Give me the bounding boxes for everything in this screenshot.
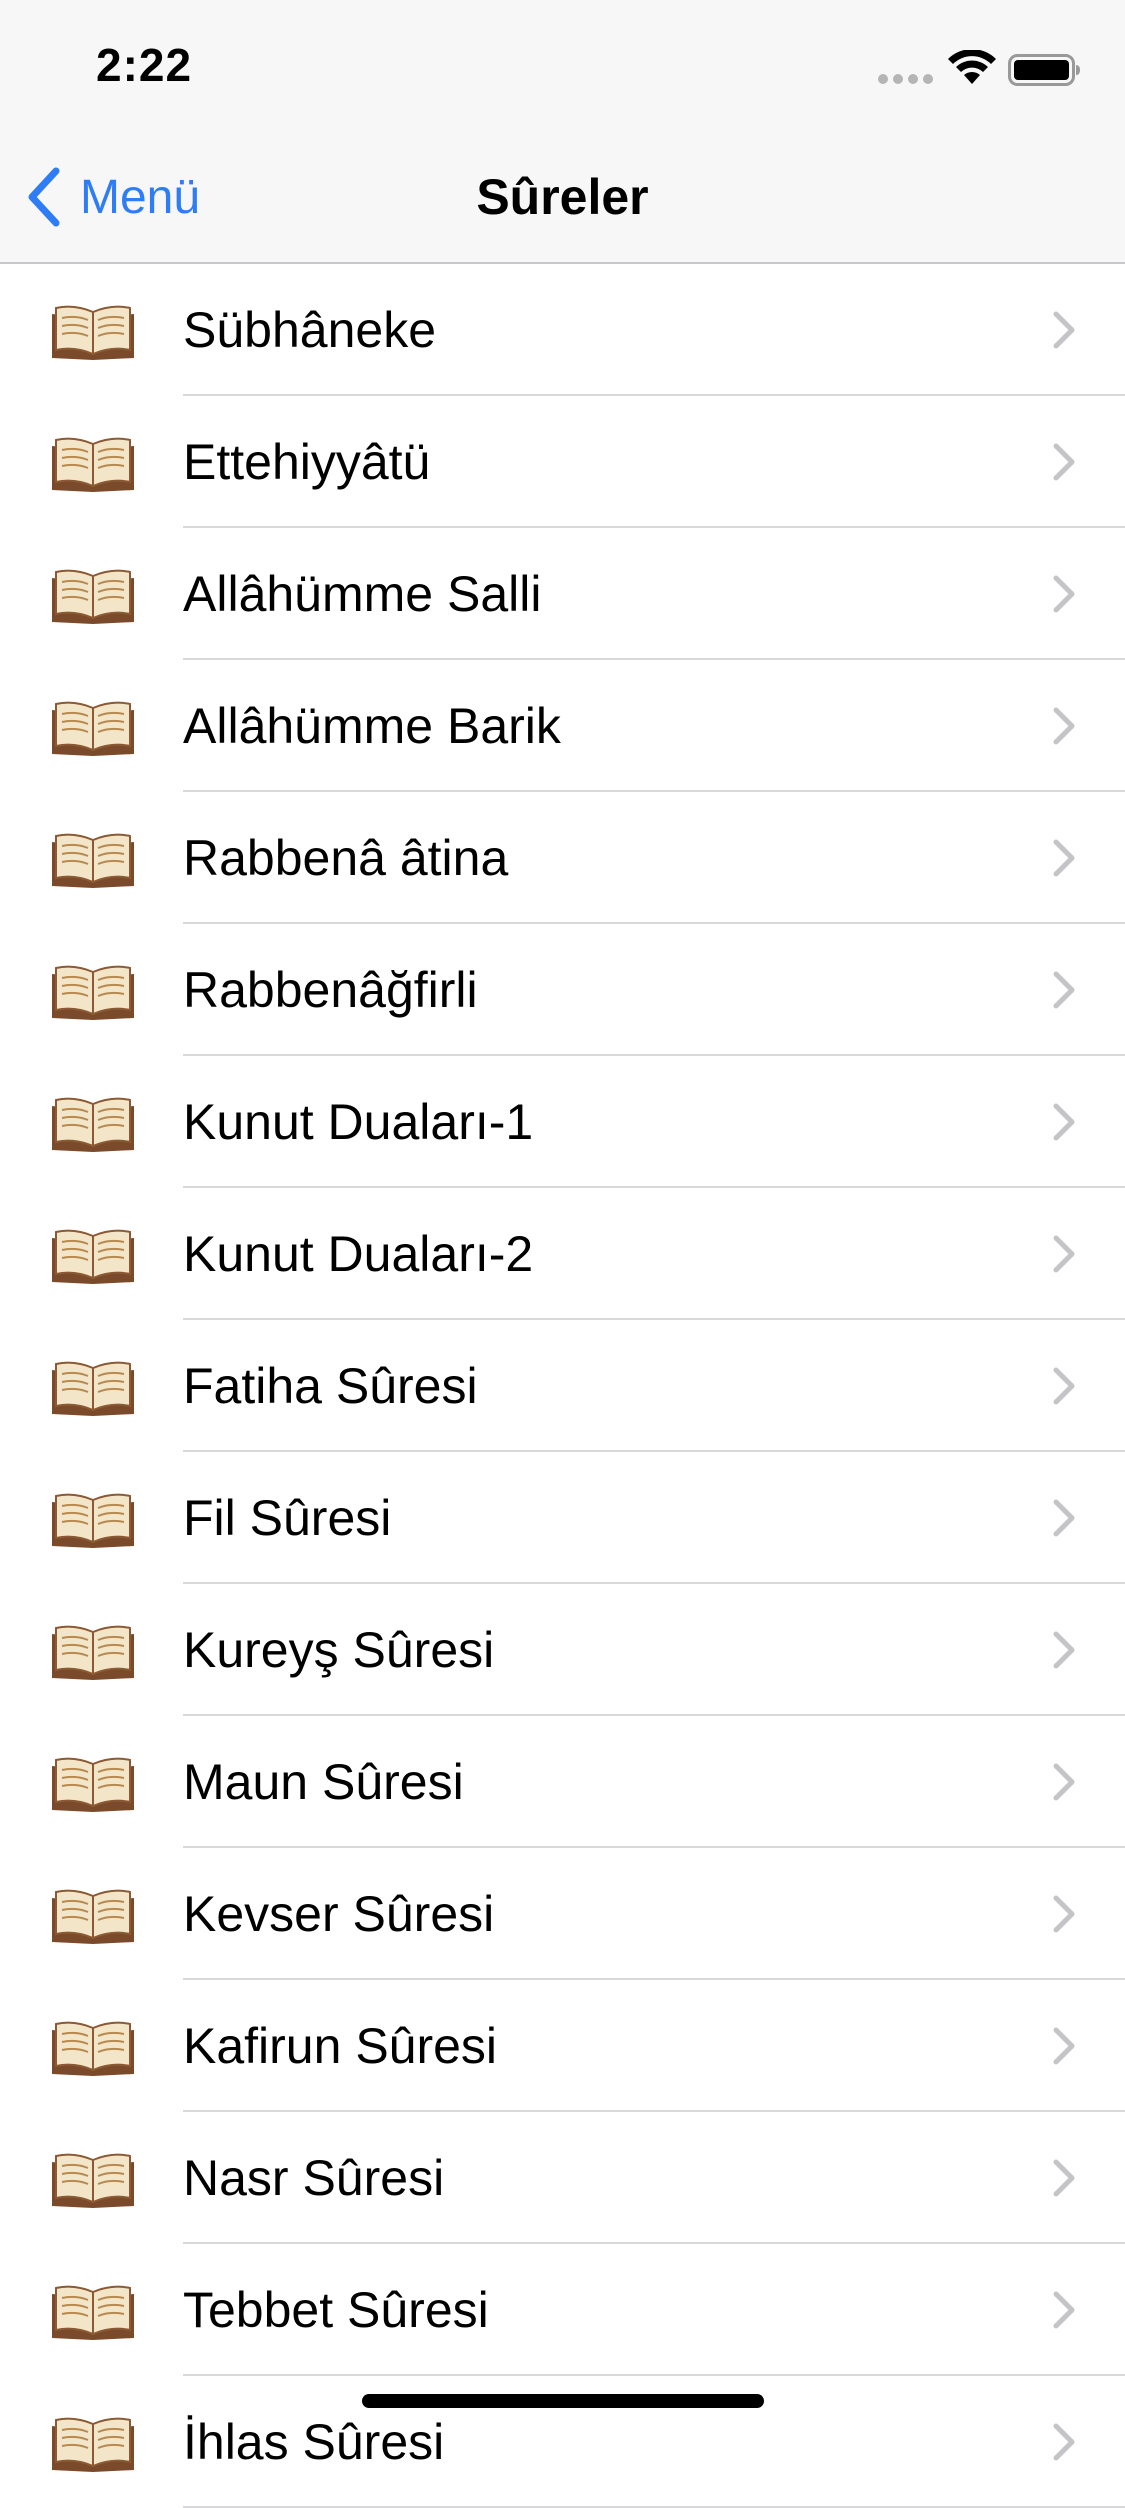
chevron-right-icon [1053, 575, 1075, 613]
list-item-label: Ettehiyyâtü [183, 434, 431, 490]
open-book-icon [52, 437, 134, 492]
open-book-icon [52, 1493, 134, 1548]
list-item-label: Tebbet Sûresi [183, 2282, 489, 2338]
chevron-right-icon [1053, 1499, 1075, 1537]
list-item[interactable]: Kunut Duaları-2 [0, 1188, 1125, 1320]
list-item-label: Fil Sûresi [183, 1490, 392, 1546]
list-item[interactable]: Fil Sûresi [0, 1452, 1125, 1584]
list-item[interactable]: Tebbet Sûresi [0, 2244, 1125, 2376]
open-book-icon [52, 833, 134, 888]
list-item-label: Allâhümme Barik [183, 698, 561, 754]
surah-list: Sübhâneke Ettehiyyâtü Allâhümme Salli Allâh… [0, 264, 1125, 2508]
chevron-right-icon [1053, 1763, 1075, 1801]
open-book-icon [52, 965, 134, 1020]
navigation-bar: 2:22 Menü Sûreler [0, 0, 1125, 264]
open-book-icon [52, 701, 134, 756]
chevron-right-icon [1053, 443, 1075, 481]
cellular-signal-icon [878, 74, 933, 84]
list-item[interactable]: Kureyş Sûresi [0, 1584, 1125, 1716]
open-book-icon [52, 2153, 134, 2208]
list-item-label: Rabbenâğfirli [183, 962, 478, 1018]
page-title: Sûreler [476, 169, 649, 225]
open-book-icon [52, 1889, 134, 1944]
status-time: 2:22 [96, 39, 193, 91]
chevron-right-icon [1053, 2159, 1075, 2197]
chevron-right-icon [1053, 971, 1075, 1009]
list-item[interactable]: Nasr Sûresi [0, 2112, 1125, 2244]
open-book-icon [52, 1097, 134, 1152]
battery-icon [1008, 54, 1080, 86]
chevron-right-icon [1053, 1367, 1075, 1405]
wifi-icon [948, 50, 996, 84]
list-item[interactable]: Kevser Sûresi [0, 1848, 1125, 1980]
chevron-right-icon [1053, 1235, 1075, 1273]
list-item[interactable]: Allâhümme Barik [0, 660, 1125, 792]
list-item-label: Kafirun Sûresi [183, 2018, 498, 2074]
open-book-icon [52, 1361, 134, 1416]
chevron-right-icon [1053, 1103, 1075, 1141]
home-indicator[interactable] [362, 2394, 764, 2408]
list-item-label: Kunut Duaları-1 [183, 1094, 534, 1150]
chevron-right-icon [1053, 839, 1075, 877]
list-item-label: Allâhümme Salli [183, 566, 542, 622]
list-item[interactable]: Ettehiyyâtü [0, 396, 1125, 528]
list-item[interactable]: Kafirun Sûresi [0, 1980, 1125, 2112]
list-item[interactable]: Sübhâneke [0, 264, 1125, 396]
list-item[interactable]: Rabbenâ âtina [0, 792, 1125, 924]
list-item[interactable]: Rabbenâğfirli [0, 924, 1125, 1056]
list-item[interactable]: Fatiha Sûresi [0, 1320, 1125, 1452]
list-item-label: Fatiha Sûresi [183, 1358, 478, 1414]
list-item-label: Nasr Sûresi [183, 2150, 445, 2206]
open-book-icon [52, 2417, 134, 2472]
open-book-icon [52, 2021, 134, 2076]
open-book-icon [52, 1757, 134, 1812]
chevron-right-icon [1053, 1895, 1075, 1933]
chevron-right-icon [1053, 2423, 1075, 2461]
chevron-right-icon [1053, 2027, 1075, 2065]
open-book-icon [52, 305, 134, 360]
list-item-label: Rabbenâ âtina [183, 830, 509, 886]
list-item-label: Kureyş Sûresi [183, 1622, 495, 1678]
open-book-icon [52, 1229, 134, 1284]
chevron-right-icon [1053, 2291, 1075, 2329]
list-item[interactable]: Allâhümme Salli [0, 528, 1125, 660]
list-item-label: Sübhâneke [183, 302, 437, 358]
open-book-icon [52, 1625, 134, 1680]
list-item[interactable]: Kunut Duaları-1 [0, 1056, 1125, 1188]
chevron-right-icon [1053, 707, 1075, 745]
list-item-label: Maun Sûresi [183, 1754, 464, 1810]
list-item-label: Kevser Sûresi [183, 1886, 495, 1942]
open-book-icon [52, 569, 134, 624]
open-book-icon [52, 2285, 134, 2340]
list-item-label: Kunut Duaları-2 [183, 1226, 534, 1282]
chevron-right-icon [1053, 311, 1075, 349]
list-item[interactable]: Maun Sûresi [0, 1716, 1125, 1848]
chevron-right-icon [1053, 1631, 1075, 1669]
